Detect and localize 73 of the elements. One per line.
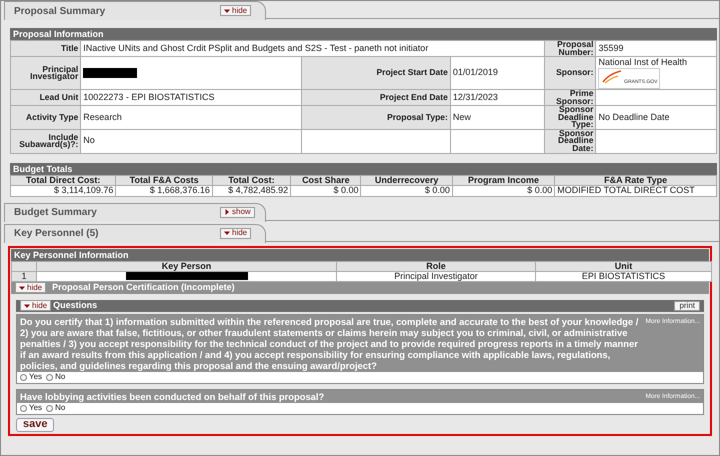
- table-cell: $ 1,668,376.16: [116, 185, 212, 196]
- caret-right-icon: [224, 209, 230, 215]
- radio-button[interactable]: [46, 404, 54, 412]
- radio-label: No: [55, 402, 66, 414]
- hide-toggle-button[interactable]: hide: [220, 5, 252, 16]
- field-label: Include Subaward(s)?:: [10, 129, 81, 153]
- field-value: No Deadline Date: [596, 106, 716, 129]
- section-header: Key Personnel Information: [11, 248, 709, 260]
- field-label: Proposal Type:: [302, 106, 450, 129]
- save-button[interactable]: save: [16, 418, 54, 432]
- field-value: National Inst of Health: [598, 57, 688, 67]
- section-tab-title: Proposal Summary: [14, 4, 106, 18]
- print-button[interactable]: print: [674, 300, 700, 310]
- column-header: Unit: [536, 261, 712, 271]
- table-cell: MODIFIED TOTAL DIRECT COST: [554, 185, 716, 196]
- hide-toggle-button[interactable]: hide: [20, 300, 52, 311]
- hide-toggle-button[interactable]: hide: [220, 228, 252, 238]
- radio-label: Yes: [29, 371, 42, 383]
- field-value: No: [80, 129, 302, 153]
- field-label: Sponsor:: [544, 56, 596, 90]
- table-cell: $ 4,782,485.92: [212, 185, 291, 196]
- radio-button[interactable]: [46, 374, 54, 380]
- field-label: Lead Unit: [10, 90, 81, 106]
- redacted-block: [83, 68, 138, 78]
- certification-title: Proposal Person Certification (Incomplete): [52, 280, 235, 294]
- caret-down-icon: [224, 230, 230, 236]
- field-value: 10022273 - EPI BIOSTATISTICS: [80, 90, 302, 106]
- field-value: 35599: [596, 40, 716, 56]
- field-label: Project Start Date: [302, 56, 450, 90]
- field-value: Research: [80, 106, 302, 129]
- table-cell: $ 0.00: [360, 185, 452, 196]
- field-label: Prime Sponsor:: [544, 90, 596, 106]
- column-header: Program Income: [452, 175, 555, 185]
- field-value: INactive UNits and Ghost Crdit PSplit and Budgets and S2S - Test - paneth not initiator: [80, 40, 545, 56]
- questions-title: Questions: [53, 298, 98, 312]
- column-header: Key Person: [36, 261, 336, 271]
- hide-toggle-button[interactable]: hide: [15, 282, 46, 293]
- field-label: Principal Investigator: [10, 56, 81, 90]
- caret-down-icon: [224, 8, 230, 14]
- table-cell: EPI BIOSTATISTICS: [536, 271, 712, 281]
- column-header: Total F&A Costs: [116, 175, 212, 185]
- radio-button[interactable]: [20, 404, 27, 412]
- column-header: F&A Rate Type: [554, 175, 716, 185]
- section-tab-title: Key Personnel (5): [14, 227, 100, 241]
- table-cell: $ 0.00: [290, 185, 361, 196]
- field-value: New: [450, 106, 545, 129]
- column-header: Total Cost:: [212, 175, 291, 185]
- field-label: Title: [10, 40, 81, 56]
- question-text: Have lobbying activities been conducted on behalf of this proposal?: [20, 390, 326, 402]
- table-cell: Principal Investigator: [336, 271, 536, 281]
- column-header: Underrecovery: [360, 175, 452, 185]
- column-header: Total Direct Cost:: [10, 175, 116, 185]
- table-cell: $ 3,114,109.76: [10, 185, 116, 196]
- field-label: Proposal Number:: [544, 40, 596, 56]
- question-text: Do you certify that 1) information submitted within the referenced proposal are true, complete and accurate to the best of your knowledge / 2) you are aware that false, fictitious, or other fraudulent statements or claims herein may subject you to criminal, civil, or administrative penalties / 3) you accept responsibility for the technical conduct of the project and to provide required progress reports in a timely manner if an award results from this application / and 4) you accept responsibility for ensuring compliance with applicable laws, regulations, policies, and guidelines regarding this proposal and the ensuing award/project?: [20, 316, 640, 370]
- radio-button[interactable]: [20, 374, 27, 380]
- section-tab-title: Budget Summary: [14, 206, 98, 220]
- table-cell: $ 0.00: [452, 185, 555, 196]
- show-toggle-button[interactable]: show: [220, 206, 255, 218]
- radio-label: Yes: [29, 402, 42, 414]
- section-header: Proposal Information: [10, 28, 717, 40]
- caret-down-icon: [19, 284, 25, 290]
- field-label: Project End Date: [302, 90, 450, 106]
- section-header: Budget Totals: [10, 162, 717, 174]
- field-value: 12/31/2023: [450, 90, 545, 106]
- row-number: 1: [12, 271, 36, 281]
- field-label: Sponsor Deadline Type:: [544, 106, 596, 129]
- column-header: Role: [336, 261, 536, 271]
- column-header: Cost Share: [290, 175, 361, 185]
- caret-down-icon: [24, 302, 30, 308]
- radio-label: No: [55, 371, 66, 383]
- field-label: Activity Type: [10, 106, 81, 129]
- field-label: Sponsor Deadline Date:: [544, 129, 596, 153]
